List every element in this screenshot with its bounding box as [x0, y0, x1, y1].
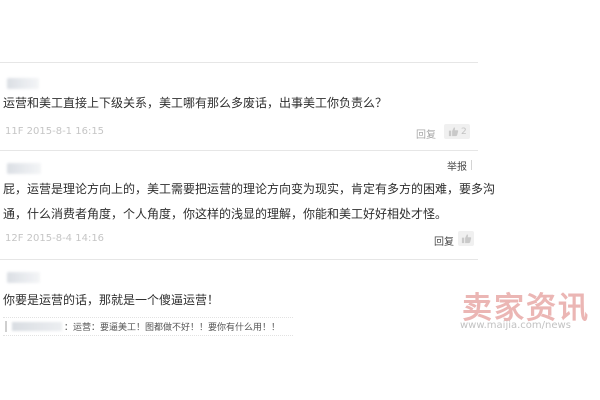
floor-timestamp: 11F 2015-8-1 16:15 [5, 126, 105, 137]
quote-marker [5, 321, 7, 332]
divider [471, 160, 472, 170]
comment-text-line: 屁，运营是理论方向上的，美工需要把运营的理论方向变为现实，肯定有多方的困难，要多… [3, 182, 496, 196]
username-blurred [7, 163, 41, 174]
comment-text: 你要是运营的话，那就是一个傻逼运营！ [3, 293, 220, 307]
thumbs-up-icon [460, 233, 472, 245]
thumbs-up-icon [447, 126, 459, 138]
separator [0, 150, 478, 151]
comment-text-line: 通，什么消费者角度，个人角度，你这样的浅显的理解，你能和美工好好相处才怪。 [3, 207, 448, 221]
sub-reply-username-blurred [12, 322, 62, 331]
username-blurred [7, 78, 39, 89]
separator [0, 62, 478, 63]
watermark-url: www.maijia.com/news [460, 320, 571, 331]
reply-button[interactable]: 回复 [434, 233, 454, 248]
comment-thread: 运营和美工直接上下级关系，美工哪有那么多废话，出事美工你负责么？ 11F 201… [0, 0, 600, 400]
sub-reply: ：运营：要逼美工！图都做不好！！要你有什么用！！ [3, 317, 293, 336]
like-count: 2 [461, 126, 467, 137]
floor-timestamp: 12F 2015-8-4 14:16 [5, 233, 105, 244]
username-blurred [7, 272, 40, 283]
reply-button[interactable]: 回复 [416, 126, 436, 141]
comment-text: 运营和美工直接上下级关系，美工哪有那么多废话，出事美工你负责么？ [3, 96, 388, 110]
separator [0, 259, 478, 260]
like-button[interactable]: 2 [444, 124, 470, 139]
like-button[interactable] [458, 231, 474, 246]
sub-reply-text: ：运营：要逼美工！图都做不好！！要你有什么用！！ [64, 323, 281, 333]
report-link[interactable]: 举报 [447, 158, 467, 173]
